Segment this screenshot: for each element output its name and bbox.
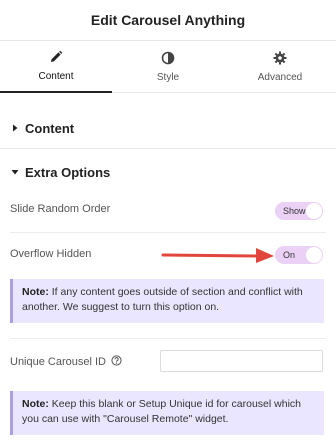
unique-carousel-id-input[interactable]: [160, 350, 323, 372]
controls-area: [0, 94, 336, 441]
section-content-header[interactable]: Content: [10, 118, 326, 138]
divider: [10, 338, 326, 339]
overflow-hidden-toggle[interactable]: On: [275, 246, 323, 264]
caret-right-icon: [13, 124, 18, 132]
tab-content-label: Content: [38, 71, 74, 82]
toggle-knob: [306, 203, 322, 219]
red-arrow-annotation: [161, 248, 274, 263]
divider: [10, 232, 326, 233]
unique-carousel-id-label: Unique Carousel ID: [10, 355, 122, 368]
tab-bar: Content Style Advanced: [0, 41, 336, 93]
tab-advanced[interactable]: Advanced: [224, 41, 336, 93]
help-icon[interactable]: [111, 355, 122, 366]
tab-advanced-label: Advanced: [257, 72, 303, 83]
note-text: Keep this blank or Setup Unique id for c…: [22, 398, 301, 425]
note-prefix: Note:: [22, 398, 49, 410]
note-prefix: Note:: [22, 286, 49, 298]
half-circle-icon: [161, 51, 175, 65]
section-content-label: Content: [25, 120, 75, 136]
note-text: If any content goes outside of section a…: [22, 286, 303, 313]
section-extra-options-label: Extra Options: [25, 164, 111, 180]
pencil-icon: [51, 50, 63, 62]
unique-id-note: Note: Keep this blank or Setup Unique id…: [10, 391, 324, 435]
slide-random-order-toggle-text: Show: [283, 206, 306, 216]
unique-carousel-id-label-text: Unique Carousel ID: [10, 356, 106, 368]
overflow-hidden-toggle-text: On: [283, 250, 296, 260]
caret-down-icon: [11, 170, 19, 175]
slide-random-order-label: Slide Random Order: [10, 203, 111, 215]
panel-title: Edit Carousel Anything: [90, 12, 246, 28]
tab-content[interactable]: Content: [0, 41, 112, 93]
divider: [0, 148, 336, 149]
editor-panel: Edit Carousel Anything Content Style Adv…: [0, 0, 336, 441]
section-extra-options-header[interactable]: Extra Options: [10, 162, 326, 182]
panel-header: Edit Carousel Anything: [0, 0, 336, 41]
slide-random-order-toggle[interactable]: Show: [275, 202, 323, 220]
toggle-knob: [306, 247, 322, 263]
tab-style-label: Style: [156, 72, 180, 83]
overflow-hidden-note: Note: If any content goes outside of sec…: [10, 279, 324, 323]
gear-icon: [273, 51, 287, 65]
tab-style[interactable]: Style: [112, 41, 224, 93]
overflow-hidden-label: Overflow Hidden: [10, 248, 92, 260]
